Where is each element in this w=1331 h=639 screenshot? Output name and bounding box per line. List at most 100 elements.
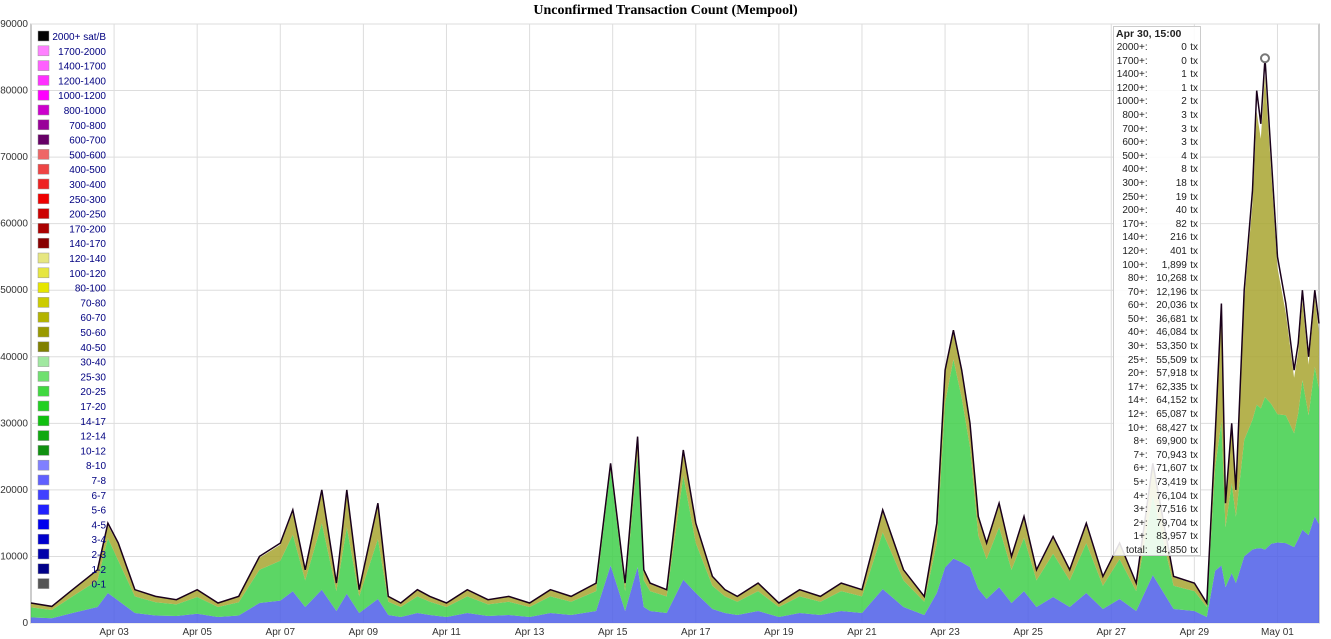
tooltip-row: 1000+: 2 tx bbox=[1116, 95, 1198, 109]
tooltip-value: 69,900 bbox=[1156, 436, 1187, 448]
tooltip-value: 1 bbox=[1181, 69, 1187, 81]
legend-swatch bbox=[37, 149, 50, 160]
y-tick-label: 90000 bbox=[0, 19, 28, 30]
legend-label: 8-10 bbox=[86, 461, 106, 472]
legend-label: 2-3 bbox=[92, 550, 107, 561]
legend-swatch bbox=[37, 119, 50, 131]
tooltip-unit: tx bbox=[1190, 422, 1198, 434]
tooltip-value: 216 bbox=[1170, 232, 1187, 244]
tooltip-value: 0 bbox=[1181, 42, 1187, 53]
tooltip-key: 60+: bbox=[1127, 300, 1148, 312]
tooltip-key: 1000+: bbox=[1116, 96, 1148, 108]
legend-label: 1-2 bbox=[92, 565, 107, 576]
tooltip-unit: tx bbox=[1190, 300, 1198, 312]
legend-swatch bbox=[37, 193, 50, 205]
tooltip-panel: Apr 30, 15:00 2000+: 0 tx 1700+: 0 tx 1400+: 1 t… bbox=[1113, 26, 1201, 556]
tooltip-key: 1400+: bbox=[1116, 69, 1148, 81]
legend-label: 50-60 bbox=[80, 328, 106, 339]
tooltip-key: 100+: bbox=[1122, 259, 1148, 271]
tooltip-row: 17+: 62,335 tx bbox=[1116, 381, 1198, 395]
tooltip-row: 30+: 53,350 tx bbox=[1116, 340, 1198, 354]
tooltip-unit: tx bbox=[1190, 218, 1198, 230]
tooltip-value: 3 bbox=[1181, 137, 1187, 149]
y-tick-label: 70000 bbox=[0, 152, 28, 163]
tooltip-unit: tx bbox=[1190, 381, 1198, 393]
legend-label: 70-80 bbox=[80, 298, 106, 309]
legend-swatch bbox=[37, 326, 50, 338]
tooltip-unit: tx bbox=[1190, 191, 1198, 203]
x-tick-label: Apr 23 bbox=[930, 627, 960, 638]
legend-label: 20-25 bbox=[80, 387, 106, 398]
tooltip-unit: tx bbox=[1190, 463, 1198, 475]
tooltip-row: 100+: 1,899 tx bbox=[1116, 259, 1198, 273]
legend-label: 25-30 bbox=[80, 372, 106, 383]
tooltip-value: 70,943 bbox=[1156, 449, 1187, 461]
tooltip-key: 80+: bbox=[1127, 273, 1148, 285]
tooltip-unit: tx bbox=[1190, 69, 1198, 81]
legend-label: 5-6 bbox=[92, 506, 107, 517]
x-tick-label: Apr 25 bbox=[1013, 627, 1043, 638]
legend-swatch bbox=[37, 237, 50, 249]
legend-swatch bbox=[37, 504, 50, 515]
tooltip-unit: tx bbox=[1190, 368, 1198, 380]
tooltip-value: 73,419 bbox=[1156, 477, 1187, 488]
tooltip-unit: tx bbox=[1190, 341, 1198, 353]
tooltip-row: 200+: 40 tx bbox=[1116, 204, 1198, 218]
legend-label: 30-40 bbox=[80, 358, 106, 369]
tooltip-value: 68,427 bbox=[1156, 422, 1187, 434]
tooltip-key: 1200+: bbox=[1116, 82, 1148, 94]
legend-label: 4-5 bbox=[92, 520, 107, 531]
y-tick-label: 30000 bbox=[0, 418, 28, 429]
legend-label: 0-1 bbox=[92, 580, 107, 591]
tooltip-key: 12+: bbox=[1127, 409, 1148, 421]
tooltip-unit: tx bbox=[1190, 232, 1198, 244]
tooltip-value: 10,268 bbox=[1156, 273, 1187, 285]
legend-swatch bbox=[37, 578, 50, 589]
tooltip-unit: tx bbox=[1190, 123, 1198, 135]
tooltip-header: Apr 30, 15:00 bbox=[1116, 28, 1182, 40]
tooltip-key: 14+: bbox=[1127, 395, 1148, 407]
legend-label: 40-50 bbox=[80, 343, 106, 354]
tooltip-row: 7+: 70,943 tx bbox=[1116, 449, 1198, 463]
tooltip-value: 64,152 bbox=[1156, 395, 1187, 407]
tooltip-value: 36,681 bbox=[1156, 313, 1187, 325]
x-tick-label: Apr 29 bbox=[1180, 627, 1210, 638]
tooltip-key: 140+: bbox=[1122, 232, 1148, 244]
legend-swatch bbox=[37, 400, 50, 412]
legend-label: 200-250 bbox=[69, 210, 106, 221]
tooltip-unit: tx bbox=[1190, 205, 1198, 217]
legend-swatch bbox=[37, 89, 50, 101]
tooltip-value: 8 bbox=[1181, 164, 1187, 176]
tooltip-key: 120+: bbox=[1122, 245, 1148, 257]
x-tick-label: Apr 21 bbox=[847, 627, 877, 638]
legend-label: 17-20 bbox=[80, 402, 106, 413]
tooltip-unit: tx bbox=[1190, 96, 1198, 108]
legend-swatch bbox=[37, 563, 50, 575]
tooltip-key: 3+: bbox=[1133, 504, 1148, 516]
tooltip-row: 3+: 77,516 tx bbox=[1116, 503, 1198, 517]
x-tick-label: Apr 19 bbox=[764, 627, 794, 638]
tooltip-unit: tx bbox=[1190, 395, 1198, 407]
tooltip-value: 65,087 bbox=[1156, 409, 1187, 421]
tooltip-row: 600+: 3 tx bbox=[1116, 136, 1198, 150]
tooltip-key: 70+: bbox=[1127, 286, 1148, 298]
hover-point-marker[interactable] bbox=[1259, 53, 1270, 64]
x-tick-label: May 01 bbox=[1261, 627, 1294, 638]
legend-swatch bbox=[37, 267, 50, 279]
legend-label: 700-800 bbox=[69, 121, 106, 132]
tooltip-value: 46,084 bbox=[1156, 327, 1187, 339]
tooltip-value: 401 bbox=[1170, 245, 1187, 257]
tooltip-key: 6+: bbox=[1133, 463, 1148, 475]
x-tick-label: Apr 15 bbox=[598, 627, 628, 638]
tooltip-unit: tx bbox=[1190, 177, 1198, 189]
tooltip-unit: tx bbox=[1190, 517, 1198, 529]
tooltip-key: 20+: bbox=[1127, 368, 1148, 380]
legend-label: 120-140 bbox=[69, 254, 106, 265]
y-tick-label: 40000 bbox=[0, 352, 28, 363]
legend-swatch bbox=[37, 415, 50, 427]
legend-label: 1200-1400 bbox=[58, 76, 106, 87]
legend-label: 1000-1200 bbox=[58, 91, 106, 102]
x-tick-label: Apr 03 bbox=[99, 627, 129, 638]
tooltip-unit: tx bbox=[1190, 150, 1198, 162]
tooltip-key: 2+: bbox=[1133, 517, 1148, 529]
